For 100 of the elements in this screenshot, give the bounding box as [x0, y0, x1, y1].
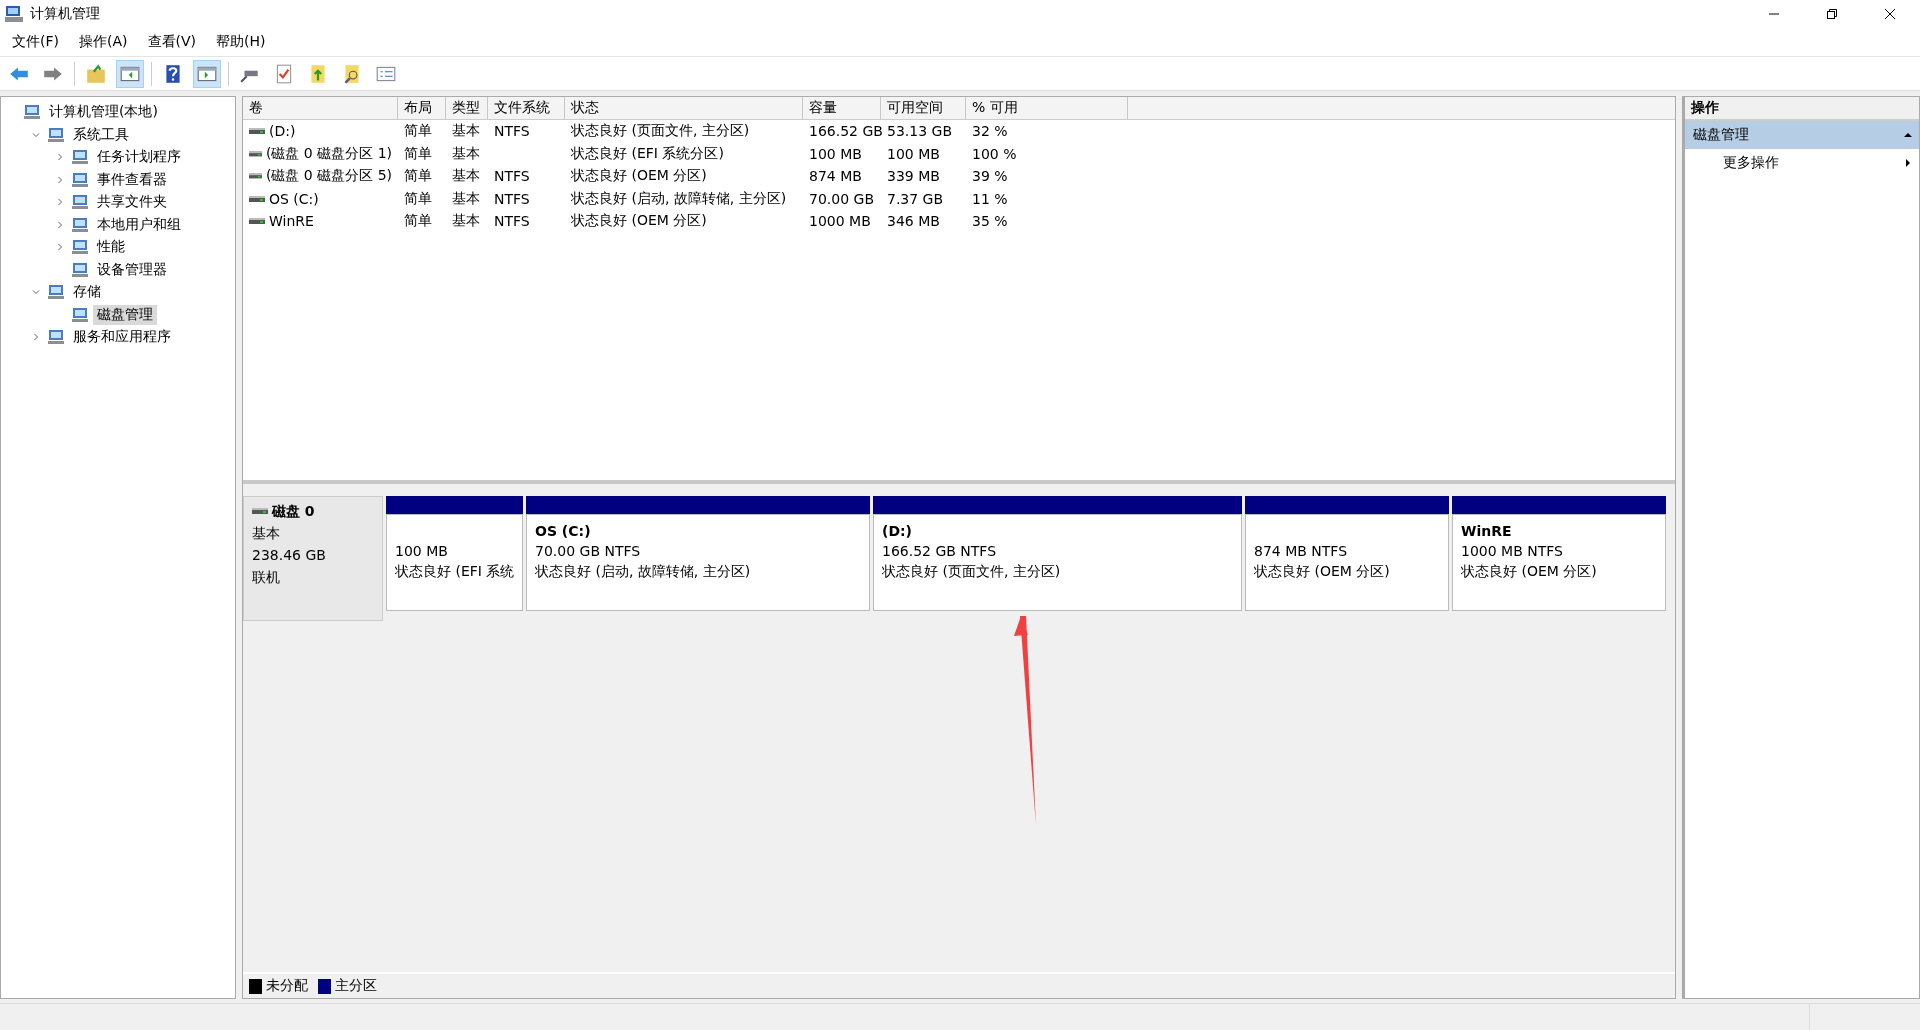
tree-item[interactable]: 设备管理器: [93, 259, 171, 280]
table-cell: 基本: [452, 189, 480, 208]
tree-item[interactable]: 存储: [69, 282, 105, 303]
menu-item[interactable]: 查看(V): [147, 33, 196, 51]
table-cell: NTFS: [494, 213, 530, 230]
table-cell: 874 MB: [809, 168, 862, 185]
table-cell: 状态良好 (OEM 分区): [571, 212, 707, 231]
partition-size: 1000 MB NTFS: [1461, 542, 1564, 561]
partition-size: 166.52 GB NTFS: [882, 542, 998, 561]
drive-icon: [249, 127, 265, 136]
drive-icon: [249, 172, 262, 181]
expander-icon[interactable]: [55, 219, 65, 230]
partition-title: OS (C:): [535, 522, 592, 541]
table-cell: 32 %: [972, 123, 1008, 140]
column-header[interactable]: 卷: [243, 97, 398, 119]
tree-node-icon: [47, 328, 65, 347]
table-cell: 状态良好 (启动, 故障转储, 主分区): [571, 189, 787, 208]
column-header[interactable]: % 可用: [966, 97, 1128, 119]
tree-item[interactable]: 服务和应用程序: [69, 327, 175, 348]
tree-node-icon: [71, 305, 89, 324]
partition-status: 状态良好 (页面文件, 主分区): [882, 562, 1062, 581]
tree-node-icon: [23, 103, 41, 122]
table-cell: 基本: [452, 122, 480, 141]
disk-size: 238.46 GB: [252, 546, 327, 565]
submenu-triangle-icon: [1903, 158, 1913, 168]
expander-icon[interactable]: [55, 197, 65, 208]
action-item[interactable]: 更多操作: [1723, 154, 1779, 172]
table-cell: NTFS: [494, 123, 530, 140]
partition-block[interactable]: 100 MB 状态良好 (EFI 系统: [386, 514, 523, 611]
tree-item[interactable]: 计算机管理(本地): [45, 102, 162, 123]
tree-node-icon: [47, 283, 65, 302]
table-cell: 346 MB: [887, 213, 940, 230]
column-header[interactable]: 状态: [565, 97, 803, 119]
table-cell: 简单: [404, 167, 432, 186]
expander-icon[interactable]: [55, 174, 65, 185]
table-cell: 70.00 GB: [809, 190, 874, 207]
partition-block[interactable]: 874 MB NTFS 状态良好 (OEM 分区): [1245, 514, 1449, 611]
table-cell: 1000 MB: [809, 213, 871, 230]
table-cell: 53.13 GB: [887, 123, 952, 140]
table-cell: 166.52 GB: [809, 123, 883, 140]
menu-item[interactable]: 帮助(H): [216, 33, 266, 51]
partition-block[interactable]: WinRE 1000 MB NTFS 状态良好 (OEM 分区): [1452, 514, 1666, 611]
table-cell: NTFS: [494, 190, 530, 207]
table-cell: 简单: [404, 122, 432, 141]
table-cell: 简单: [404, 189, 432, 208]
tree-node-icon: [71, 148, 89, 167]
legend-label: 未分配: [266, 977, 308, 995]
tree-item[interactable]: 磁盘管理: [93, 304, 157, 325]
table-cell: 状态良好 (OEM 分区): [571, 167, 707, 186]
table-cell: 100 MB: [887, 145, 940, 162]
actions-header: 操作: [1685, 97, 1919, 121]
tree-node-icon: [71, 238, 89, 257]
tree-node-icon: [71, 170, 89, 189]
table-cell: 11 %: [972, 190, 1008, 207]
expander-icon[interactable]: [55, 152, 65, 163]
table-cell: 100 %: [972, 145, 1017, 162]
drive-icon: [249, 149, 262, 158]
column-header[interactable]: 文件系统: [488, 97, 565, 119]
column-header[interactable]: 类型: [446, 97, 488, 119]
tree-item[interactable]: 系统工具: [69, 124, 133, 145]
panel-toggle-icon[interactable]: [117, 60, 143, 87]
computer-management-icon: [4, 4, 24, 24]
tree-item[interactable]: 共享文件夹: [93, 192, 171, 213]
table-cell: 简单: [404, 212, 432, 231]
table-cell: 35 %: [972, 213, 1008, 230]
table-cell: OS (C:): [269, 190, 319, 207]
restore-icon[interactable]: [1826, 8, 1838, 20]
table-cell: 状态良好 (页面文件, 主分区): [571, 122, 750, 141]
partition-size: 874 MB NTFS: [1254, 542, 1349, 561]
column-header[interactable]: 容量: [803, 97, 881, 119]
panel-toggle-icon[interactable]: [194, 60, 220, 87]
partition-block[interactable]: (D:) 166.52 GB NTFS 状态良好 (页面文件, 主分区): [873, 514, 1242, 611]
table-cell: NTFS: [494, 168, 530, 185]
partition-status: 状态良好 (EFI 系统: [395, 562, 514, 581]
table-cell: 基本: [452, 167, 480, 186]
close-icon[interactable]: [1884, 8, 1896, 20]
partition-title: WinRE: [1461, 522, 1513, 541]
menu-item[interactable]: 操作(A): [79, 33, 128, 51]
expander-icon[interactable]: [55, 242, 65, 253]
disk-name: 磁盘 0: [272, 502, 315, 521]
tree-node-icon: [47, 125, 65, 144]
table-cell: 39 %: [972, 168, 1008, 185]
partition-status: 状态良好 (OEM 分区): [1461, 562, 1598, 581]
collapse-triangle-icon[interactable]: [1903, 130, 1913, 140]
tree-item[interactable]: 性能: [93, 237, 129, 258]
tree-node-icon: [71, 193, 89, 212]
tree-item[interactable]: 事件查看器: [93, 169, 171, 190]
partition-block[interactable]: OS (C:) 70.00 GB NTFS 状态良好 (启动, 故障转储, 主分区): [526, 514, 870, 611]
legend-label: 主分区: [335, 977, 377, 995]
tree-item[interactable]: 任务计划程序: [93, 147, 185, 168]
tree-item[interactable]: 本地用户和组: [93, 214, 185, 235]
table-cell: (磁盘 0 磁盘分区 1): [265, 144, 392, 163]
actions-section[interactable]: 磁盘管理: [1685, 121, 1919, 149]
window-title: 计算机管理: [30, 5, 100, 23]
column-header[interactable]: 布局: [398, 97, 446, 119]
column-header[interactable]: 可用空间: [881, 97, 966, 119]
expander-icon[interactable]: [31, 332, 41, 343]
menu-item[interactable]: 文件(F): [12, 33, 59, 51]
drive-icon: [252, 507, 268, 515]
drive-icon: [249, 194, 265, 203]
